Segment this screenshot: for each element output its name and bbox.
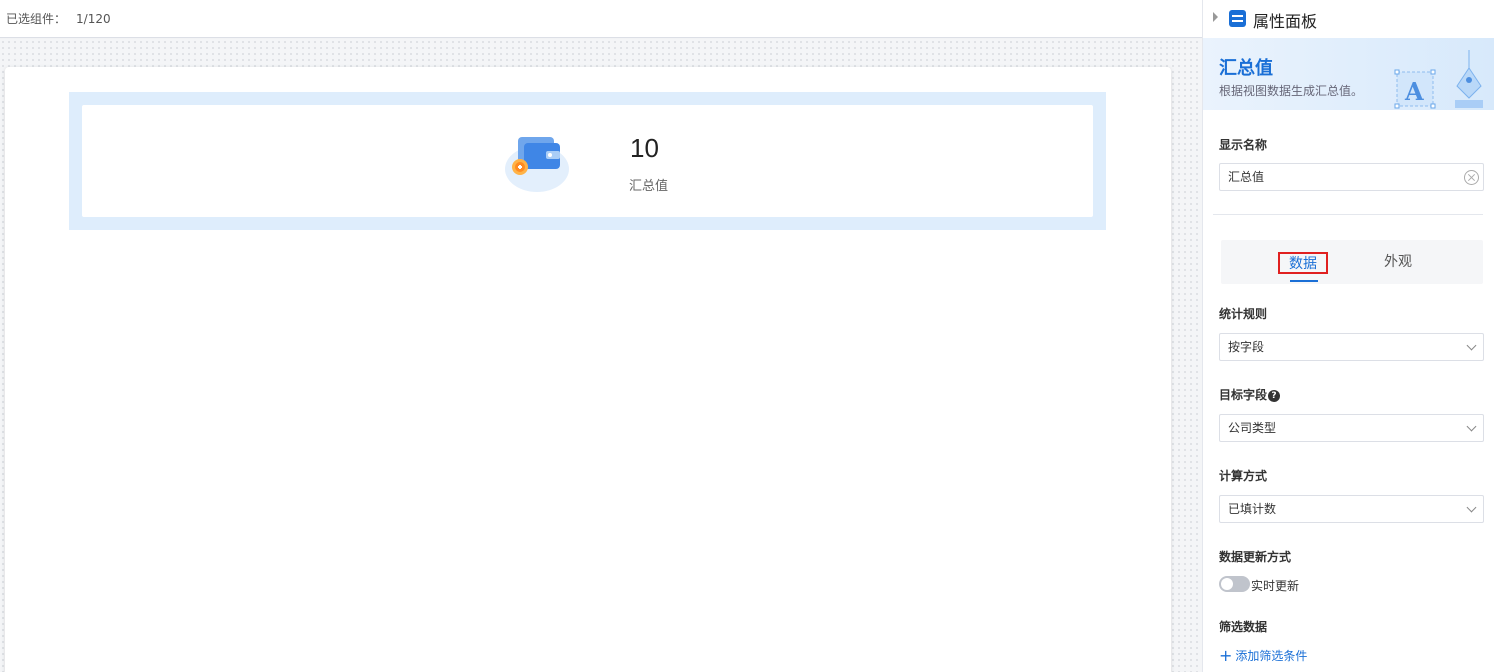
realtime-update-label: 实时更新 bbox=[1251, 579, 1300, 593]
summary-label: 汇总值 bbox=[629, 179, 669, 194]
summary-widget[interactable]: 10 汇总值 bbox=[82, 105, 1093, 217]
active-tab-indicator bbox=[1290, 280, 1318, 282]
target-field-label: 目标字段? bbox=[1219, 386, 1281, 403]
toggle-knob bbox=[1221, 578, 1233, 590]
plus-icon: + bbox=[1219, 645, 1233, 665]
panel-tabs: 数据 外观 bbox=[1221, 240, 1483, 284]
panel-header: 属性面板 bbox=[1203, 0, 1494, 38]
display-name-label: 显示名称 bbox=[1219, 138, 1268, 152]
stat-rule-label: 统计规则 bbox=[1219, 307, 1268, 321]
banner-subtitle: 根据视图数据生成汇总值。 bbox=[1219, 84, 1364, 98]
add-filter-label: 添加筛选条件 bbox=[1235, 649, 1308, 663]
chevron-down-icon bbox=[1466, 502, 1477, 513]
realtime-update-toggle[interactable] bbox=[1219, 576, 1250, 592]
add-filter-button[interactable]: + 添加筛选条件 bbox=[1219, 647, 1307, 664]
selection-status-bar: 已选组件： 1/120 bbox=[0, 0, 1202, 38]
tab-appearance[interactable]: 外观 bbox=[1384, 252, 1412, 274]
clear-icon[interactable] bbox=[1464, 170, 1479, 185]
component-banner: 汇总值 根据视图数据生成汇总值。 A bbox=[1203, 38, 1494, 110]
summary-value: 10 bbox=[630, 133, 659, 163]
chevron-down-icon bbox=[1466, 340, 1477, 351]
summary-widget-selected[interactable]: 10 汇总值 bbox=[69, 92, 1106, 230]
panel-title: 属性面板 bbox=[1253, 12, 1318, 31]
calc-method-value: 已填计数 bbox=[1228, 502, 1277, 516]
tab-data[interactable]: 数据 bbox=[1278, 252, 1328, 274]
page-card: 10 汇总值 bbox=[5, 67, 1171, 672]
design-canvas: 10 汇总值 bbox=[0, 39, 1202, 672]
property-panel: 属性面板 汇总值 根据视图数据生成汇总值。 A 显示名称 汇总值 数据 外观 统… bbox=[1202, 0, 1494, 672]
calc-method-label: 计算方式 bbox=[1219, 469, 1268, 483]
update-mode-label: 数据更新方式 bbox=[1219, 550, 1292, 564]
chevron-down-icon bbox=[1466, 421, 1477, 432]
divider bbox=[1213, 214, 1483, 215]
selected-components-count: 1/120 bbox=[76, 11, 111, 26]
help-icon[interactable]: ? bbox=[1268, 390, 1281, 402]
display-name-value: 汇总值 bbox=[1228, 170, 1265, 184]
selected-components-label: 已选组件： bbox=[6, 12, 67, 26]
text-pen-illustration-icon: A bbox=[1394, 50, 1483, 109]
stat-rule-value: 按字段 bbox=[1228, 340, 1265, 354]
settings-sliders-icon bbox=[1229, 10, 1246, 27]
filter-data-label: 筛选数据 bbox=[1219, 620, 1268, 634]
stat-rule-select[interactable]: 按字段 bbox=[1219, 333, 1484, 361]
target-field-label-text: 目标字段 bbox=[1219, 388, 1268, 402]
wallet-icon bbox=[505, 137, 569, 192]
target-field-value: 公司类型 bbox=[1228, 421, 1277, 435]
banner-title: 汇总值 bbox=[1219, 58, 1273, 79]
svg-text:A: A bbox=[1404, 77, 1424, 106]
collapse-arrow-icon[interactable] bbox=[1213, 12, 1218, 22]
calc-method-select[interactable]: 已填计数 bbox=[1219, 495, 1484, 523]
target-field-select[interactable]: 公司类型 bbox=[1219, 414, 1484, 442]
display-name-input[interactable]: 汇总值 bbox=[1219, 163, 1484, 191]
